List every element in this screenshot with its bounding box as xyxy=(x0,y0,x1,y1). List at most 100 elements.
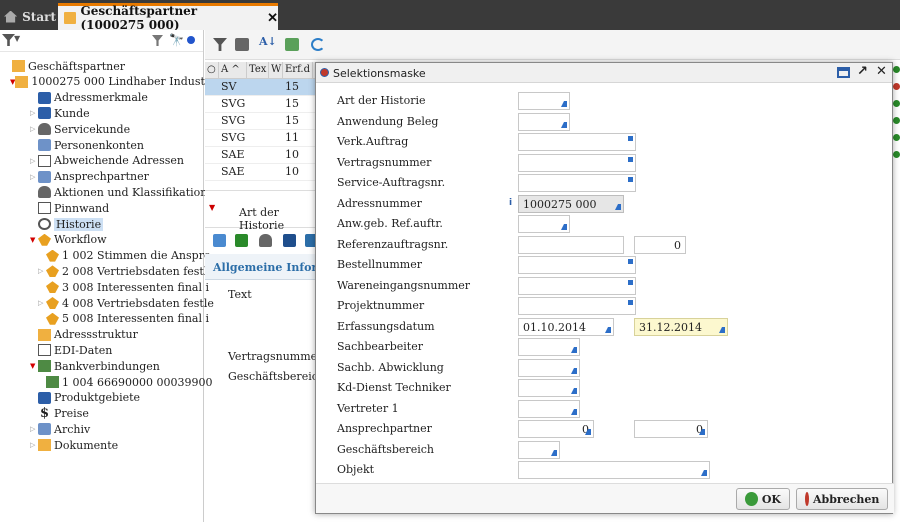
dropdown-corner-icon[interactable] xyxy=(571,408,577,415)
tree-item[interactable]: ▼ Workflow xyxy=(30,232,230,248)
tab-business-partner[interactable]: Geschäftspartner (1000275 000) ✕ xyxy=(58,3,278,32)
field-input[interactable]: 1000275 000 xyxy=(518,194,624,213)
field-input[interactable] xyxy=(518,358,580,377)
status-dot-icon[interactable] xyxy=(187,36,195,44)
table-row[interactable]: SVG 11 xyxy=(205,130,325,147)
close-icon[interactable]: ✕ xyxy=(876,64,887,79)
field-input[interactable] xyxy=(518,276,636,295)
tree-item[interactable]: Historie xyxy=(30,216,230,232)
tree-item[interactable]: Geschäftspartner xyxy=(4,58,204,74)
field-input-secondary[interactable]: 0 xyxy=(634,420,708,438)
dropdown-corner-icon[interactable] xyxy=(571,388,577,394)
collapsed-arrow-icon[interactable]: ▷ xyxy=(30,157,38,165)
field-input[interactable] xyxy=(518,297,636,315)
dropdown-corner-icon[interactable] xyxy=(719,326,725,333)
dropdown-corner-icon[interactable] xyxy=(561,224,567,230)
table-row[interactable]: SVG 15 xyxy=(205,96,325,113)
tree-item[interactable]: Produktgebiete xyxy=(30,390,230,406)
refresh-icon[interactable] xyxy=(311,38,325,51)
column-header[interactable]: Tex xyxy=(247,62,269,78)
field-input[interactable] xyxy=(518,256,636,274)
lookup-icon[interactable] xyxy=(628,136,633,141)
field-input[interactable] xyxy=(518,235,624,254)
column-header[interactable]: A ^ xyxy=(219,62,247,78)
tree-item[interactable]: ▷ 4 008 Vertriebsdaten festle xyxy=(38,295,238,311)
field-input[interactable] xyxy=(518,379,580,397)
section-general-info[interactable]: Allgemeine Inform xyxy=(205,254,325,280)
download-icon[interactable] xyxy=(235,234,248,247)
person-icon[interactable] xyxy=(259,234,272,247)
field-input[interactable]: 01.10.2014 xyxy=(518,317,614,336)
tree-item[interactable]: ▷ Dokumente xyxy=(30,437,230,453)
dropdown-corner-icon[interactable] xyxy=(561,101,567,107)
field-input[interactable] xyxy=(518,112,570,131)
tree-item[interactable]: Pinnwand xyxy=(30,200,230,216)
dropdown-corner-icon[interactable] xyxy=(571,367,577,374)
lookup-icon[interactable] xyxy=(628,300,633,305)
collapsed-arrow-icon[interactable]: ▷ xyxy=(30,441,38,449)
field-input[interactable] xyxy=(518,133,636,151)
sort-icon[interactable]: A↓ xyxy=(259,35,277,48)
table-row[interactable]: SAE 10 xyxy=(205,147,325,164)
tree-item[interactable]: ▷ Ansprechpartner xyxy=(30,169,230,185)
close-tab-icon[interactable]: ✕ xyxy=(267,11,278,26)
tree-item[interactable]: ▷ Servicekunde xyxy=(30,121,230,137)
table-row[interactable]: SAE 10 xyxy=(205,164,325,181)
tree-item[interactable]: Personenkonten xyxy=(30,137,230,153)
expanded-arrow-icon[interactable]: ▼ xyxy=(30,236,38,244)
collapsed-arrow-icon[interactable]: ▷ xyxy=(38,267,46,275)
field-input[interactable] xyxy=(518,338,580,356)
dropdown-corner-icon[interactable] xyxy=(571,347,577,353)
bag-icon[interactable] xyxy=(283,234,296,247)
ok-button[interactable]: OK xyxy=(736,488,790,510)
field-input[interactable]: 0 xyxy=(518,420,594,438)
filter-icon[interactable] xyxy=(213,38,227,51)
field-input[interactable] xyxy=(518,440,560,459)
table-row[interactable]: SV 15 xyxy=(205,79,325,96)
expanded-arrow-icon[interactable]: ▼ xyxy=(30,362,38,370)
field-input[interactable] xyxy=(518,461,710,479)
tree-item[interactable]: ▼ 1000275 000 Lindhaber Industria xyxy=(10,74,210,90)
tree-item[interactable]: EDI-Daten xyxy=(30,342,230,358)
cancel-button[interactable]: Abbrechen xyxy=(796,488,888,510)
tab-start[interactable]: Start xyxy=(0,3,56,30)
field-input[interactable] xyxy=(518,215,570,233)
field-input[interactable] xyxy=(518,399,580,418)
export-icon[interactable] xyxy=(285,38,299,51)
tree-item[interactable]: 3 008 Interessenten final i xyxy=(38,279,238,295)
field-input[interactable] xyxy=(518,153,636,172)
dropdown-corner-icon[interactable] xyxy=(561,121,567,128)
collapsed-arrow-icon[interactable]: ▷ xyxy=(30,425,38,433)
chevron-down-icon[interactable]: ▼ xyxy=(14,34,20,43)
table-row[interactable]: SVG 15 xyxy=(205,113,325,130)
tree-item[interactable]: ▷ Abweichende Adressen xyxy=(30,153,230,169)
dropdown-corner-icon[interactable] xyxy=(551,449,557,456)
dropdown-corner-icon[interactable] xyxy=(699,429,705,435)
dropdown-corner-icon[interactable] xyxy=(615,203,621,210)
tree-item[interactable]: ▷ Archiv xyxy=(30,421,230,437)
print-icon[interactable] xyxy=(235,38,249,51)
lookup-icon[interactable] xyxy=(628,177,633,182)
field-input[interactable] xyxy=(518,92,570,110)
collapsed-arrow-icon[interactable]: ▷ xyxy=(30,109,38,117)
column-header[interactable]: W xyxy=(269,62,283,78)
collapsed-arrow-icon[interactable]: ▷ xyxy=(30,173,38,181)
collapsed-arrow-icon[interactable]: ▷ xyxy=(30,125,38,133)
tree-item[interactable]: Adressstruktur xyxy=(30,327,230,343)
window-icon[interactable] xyxy=(837,67,850,78)
tree-item[interactable]: 5 008 Interessenten final i xyxy=(38,311,238,327)
column-header[interactable]: ○ xyxy=(205,62,219,78)
lookup-icon[interactable] xyxy=(628,259,633,264)
tree-item[interactable]: Aktionen und Klassifikationen xyxy=(30,184,230,200)
column-header[interactable]: Erf.d xyxy=(283,62,313,78)
lookup-icon[interactable] xyxy=(628,279,633,285)
field-input[interactable] xyxy=(518,174,636,192)
info-icon[interactable]: i xyxy=(509,198,512,208)
maximize-icon[interactable]: ↗ xyxy=(857,64,868,79)
collapsed-arrow-icon[interactable]: ▷ xyxy=(38,299,46,307)
field-input-secondary[interactable]: 31.12.2014 xyxy=(634,317,728,336)
dropdown-corner-icon[interactable] xyxy=(585,429,591,435)
tree-item[interactable]: $ Preise xyxy=(30,406,230,422)
binoculars-icon[interactable]: 🔭 xyxy=(169,33,184,47)
lookup-icon[interactable] xyxy=(628,156,633,162)
